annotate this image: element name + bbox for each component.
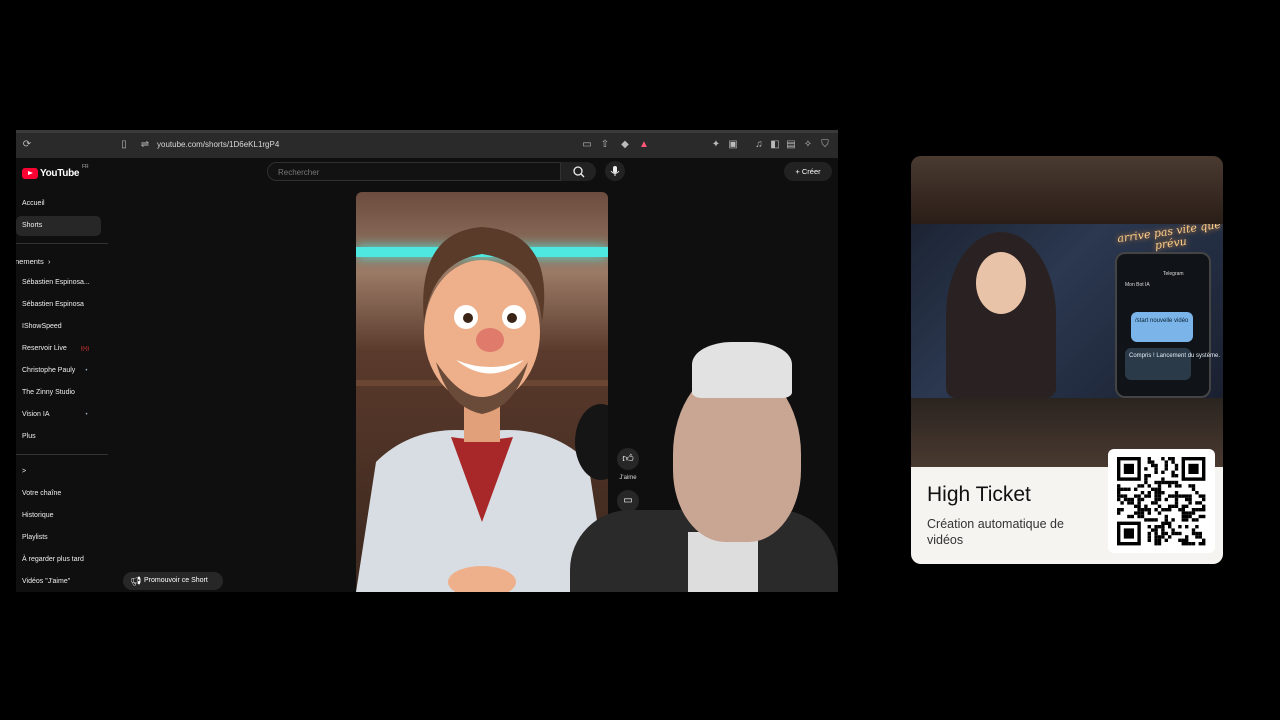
extension-icon-2[interactable]: ▣ bbox=[728, 140, 738, 150]
sidebar-item-watch-later[interactable]: À regarder plus tard bbox=[22, 556, 84, 563]
promo-card[interactable]: arrive pas vite que prévu Telegram Mon B… bbox=[911, 156, 1223, 564]
extensions-puzzle-icon[interactable]: ✧ bbox=[803, 140, 813, 150]
browser-window: ⟳ ▯ ⇌ youtube.com/shorts/1D6eKL1rgP4 ▭ ⇧… bbox=[16, 130, 838, 592]
wallet-icon[interactable]: ▤ bbox=[786, 140, 796, 150]
webcam-overlay bbox=[570, 342, 838, 592]
reload-icon[interactable]: ⟳ bbox=[22, 140, 32, 150]
megaphone-icon: 📢︎ bbox=[130, 576, 142, 586]
phone-app-title: Telegram bbox=[1163, 271, 1184, 277]
promote-label: Promouvoir ce Short bbox=[144, 577, 208, 584]
subscriptions-header[interactable]: nements › bbox=[16, 257, 50, 266]
site-settings-icon[interactable]: ⇌ bbox=[140, 140, 150, 150]
you-header[interactable]: > bbox=[22, 468, 26, 475]
subscription-item[interactable]: IShowSpeed bbox=[22, 323, 62, 330]
sidebar-item-votre-chaine[interactable]: Votre chaîne bbox=[22, 490, 61, 497]
rewards-icon[interactable]: ▲ bbox=[639, 140, 649, 150]
bookmark-icon[interactable]: ▯ bbox=[119, 140, 129, 150]
live-icon: ((•)) bbox=[80, 346, 90, 352]
card-footer: High Ticket Création automatique de vidé… bbox=[911, 449, 1223, 564]
search-placeholder: Rechercher bbox=[278, 168, 320, 177]
subscription-item[interactable]: Sébastien Espinosa... bbox=[22, 279, 90, 286]
subscription-item[interactable]: Vision IA • bbox=[22, 411, 88, 418]
subscription-item[interactable]: The Zinny Studio bbox=[22, 389, 75, 396]
address-bar[interactable]: youtube.com/shorts/1D6eKL1rgP4 bbox=[157, 140, 279, 149]
sidebar-item-shorts[interactable]: Shorts bbox=[22, 222, 42, 229]
subscription-item[interactable]: Sébastien Espinosa bbox=[22, 301, 84, 308]
cast-icon[interactable]: ▭ bbox=[582, 140, 592, 150]
music-icon[interactable]: ♫ bbox=[754, 140, 764, 150]
search-input[interactable]: Rechercher bbox=[267, 162, 561, 181]
vpn-icon[interactable]: ⛉ bbox=[820, 140, 830, 150]
youtube-logo[interactable]: YouTube FR bbox=[22, 164, 89, 180]
new-content-dot: • bbox=[85, 368, 88, 374]
browser-toolbar: ⟳ ▯ ⇌ youtube.com/shorts/1D6eKL1rgP4 ▭ ⇧… bbox=[16, 130, 838, 158]
youtube-wordmark: YouTube bbox=[40, 167, 80, 179]
phone-bot-name: Mon Bot IA bbox=[1125, 282, 1150, 288]
sidebar-divider bbox=[16, 454, 108, 455]
sidebar-item-accueil[interactable]: Accueil bbox=[22, 200, 45, 207]
country-code: FR bbox=[82, 164, 89, 170]
qr-code[interactable] bbox=[1108, 449, 1215, 553]
brave-shield-icon[interactable]: ◆ bbox=[620, 140, 630, 150]
voice-search-button[interactable] bbox=[605, 161, 625, 181]
girl-face bbox=[976, 252, 1026, 314]
sidebar-item-historique[interactable]: Historique bbox=[22, 512, 54, 519]
microphone-icon bbox=[610, 166, 620, 176]
sidebar-item-liked-videos[interactable]: Vidéos "J'aime" bbox=[22, 578, 70, 585]
create-button[interactable]: + Créer bbox=[784, 162, 832, 181]
promote-short-button[interactable]: 📢︎ Promouvoir ce Short bbox=[123, 572, 223, 590]
search-icon bbox=[573, 166, 585, 178]
subscription-item[interactable]: Christophe Pauly • bbox=[22, 367, 87, 374]
sidebar-item-playlists[interactable]: Playlists bbox=[22, 534, 48, 541]
card-illustration: arrive pas vite que prévu Telegram Mon B… bbox=[911, 224, 1223, 398]
sidebar-divider bbox=[16, 243, 108, 244]
youtube-play-icon bbox=[22, 167, 38, 179]
extension-icon[interactable]: ✦ bbox=[711, 140, 721, 150]
chat-bubble-sent bbox=[1131, 312, 1193, 342]
subscription-item[interactable]: Reservoir Live ((•)) bbox=[22, 345, 89, 352]
card-title: High Ticket bbox=[927, 483, 1031, 506]
search-button[interactable] bbox=[561, 162, 596, 181]
share-icon[interactable]: ⇧ bbox=[600, 140, 610, 150]
new-content-dot: • bbox=[85, 412, 88, 418]
chat-bubble-received-text: Compris ! Lancement du système. bbox=[1129, 353, 1221, 359]
subscriptions-more[interactable]: Plus bbox=[22, 433, 36, 440]
card-blurred-top bbox=[911, 156, 1223, 224]
sidebar-toggle-icon[interactable]: ◧ bbox=[770, 140, 780, 150]
qr-code-icon bbox=[1117, 457, 1206, 546]
chat-bubble-sent-text: /start nouvelle vidéo bbox=[1135, 318, 1189, 324]
webcam-person-cap bbox=[692, 342, 792, 398]
card-subtitle: Création automatique de vidéos bbox=[927, 517, 1064, 547]
